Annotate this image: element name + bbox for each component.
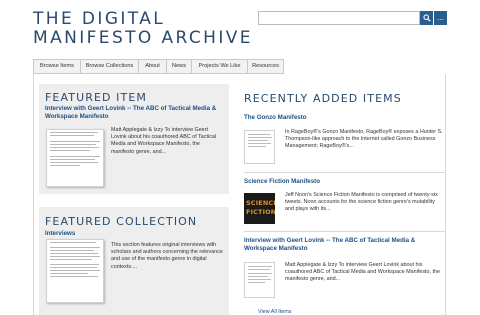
featured-item-panel: FEATURED ITEM Interview with Geert Lovin… [39, 84, 229, 194]
search-input[interactable] [258, 11, 420, 25]
featured-collection-description: This section features original interview… [111, 242, 223, 270]
recent-item-title[interactable]: The Gonzo Manifesto [244, 114, 307, 122]
featured-item-description: Matt Applegate & Izzy To interview Geert… [111, 127, 217, 155]
tab-projects-we-like[interactable]: Projects We Like [191, 59, 247, 74]
divider [244, 231, 445, 232]
featured-item-heading: FEATURED ITEM [45, 91, 147, 104]
search-bar: ... [258, 11, 448, 25]
featured-item-thumbnail[interactable] [46, 129, 104, 187]
featured-collection-thumbnail[interactable] [46, 239, 104, 303]
search-options-button[interactable]: ... [434, 11, 447, 25]
main-nav: Browse Items Browse Collections About Ne… [33, 59, 284, 74]
recent-item-description: Jeff Noon's Science Fiction Manifesto is… [285, 192, 438, 213]
tab-news[interactable]: News [166, 59, 191, 74]
recent-item-thumbnail[interactable] [244, 262, 275, 298]
tab-browse-items[interactable]: Browse Items [33, 59, 80, 74]
thumbnail-text: FICTION [246, 208, 275, 216]
view-all-items-link[interactable]: View All Items [258, 309, 291, 315]
recent-item-description: In RageBoy®'s Gonzo Manifesto, RageBoy® … [285, 129, 443, 150]
divider [244, 172, 445, 173]
science-fiction-thumbnail[interactable]: SCIENCE FICTION [244, 193, 275, 224]
thumbnail-text: SCIENCE [246, 199, 275, 207]
featured-collection-heading: FEATURED COLLECTION [45, 215, 198, 228]
site-title[interactable]: THE DIGITAL MANIFESTO ARCHIVE [33, 10, 273, 48]
recent-item-description: Matt Applegate & Izzy To interview Geert… [285, 262, 441, 283]
search-icon [422, 14, 431, 22]
featured-collection-panel: FEATURED COLLECTION Interviews This sect… [39, 207, 229, 315]
recent-item-title[interactable]: Science Fiction Manifesto [244, 178, 320, 186]
recent-item-title[interactable]: Interview with Geert Lovink -- The ABC o… [244, 237, 444, 252]
featured-item-title[interactable]: Interview with Geert Lovink -- The ABC o… [45, 105, 223, 120]
recent-items-heading: RECENTLY ADDED ITEMS [244, 92, 402, 105]
featured-collection-title[interactable]: Interviews [45, 230, 75, 238]
tab-browse-collections[interactable]: Browse Collections [80, 59, 138, 74]
tab-resources[interactable]: Resources [247, 59, 284, 74]
search-button[interactable] [420, 11, 433, 25]
tab-about[interactable]: About [138, 59, 166, 74]
recent-item-thumbnail[interactable] [244, 130, 275, 164]
